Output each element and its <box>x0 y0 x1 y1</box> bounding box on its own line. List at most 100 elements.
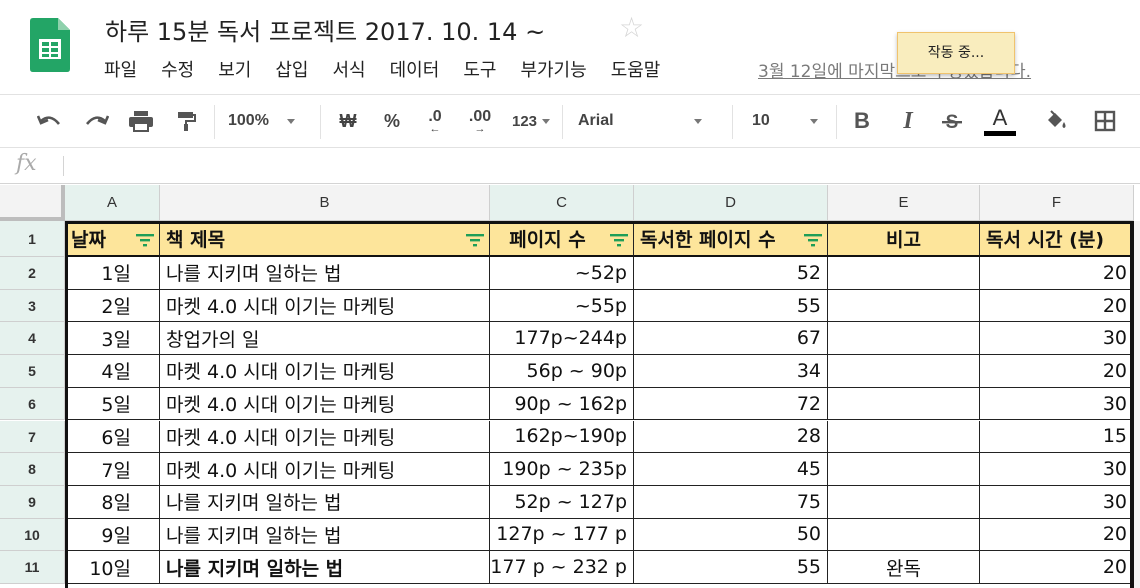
document-title[interactable]: 하루 15분 독서 프로젝트 2017. 10. 14 ~ <box>105 12 545 47</box>
bold-button[interactable]: B <box>848 104 876 138</box>
cell-pages-read[interactable]: 55 <box>634 289 828 323</box>
italic-button[interactable]: I <box>894 104 922 138</box>
cell-date[interactable]: 10일 <box>65 551 160 584</box>
cell-date[interactable]: 2일 <box>65 289 160 323</box>
cell-pages-read[interactable]: 34 <box>634 355 828 388</box>
cell-pages[interactable]: 56p ~ 90p <box>490 355 634 388</box>
cell-date[interactable]: 6일 <box>65 420 160 454</box>
more-formats-button[interactable]: 123 <box>506 104 556 138</box>
row-header-6[interactable]: 6 <box>0 387 65 421</box>
row-header-11[interactable]: 11 <box>0 551 65 584</box>
paint-format-button[interactable] <box>170 104 202 138</box>
print-button[interactable] <box>124 104 158 138</box>
cell-book-title[interactable]: 마켓 4.0 시대 이기는 마케팅 <box>160 387 490 421</box>
cell-pages-read[interactable]: 55 <box>634 551 828 584</box>
undo-button[interactable] <box>34 104 66 138</box>
cell-date[interactable]: 3일 <box>65 322 160 356</box>
cell-reading-time[interactable]: 30 <box>980 453 1134 486</box>
cell-note[interactable] <box>828 257 980 290</box>
cell-note[interactable] <box>828 485 980 519</box>
cell-note[interactable] <box>828 322 980 356</box>
cell-date[interactable]: 8일 <box>65 485 160 519</box>
cell-book-title[interactable]: 나를 지키며 일하는 법 <box>160 485 490 519</box>
sheets-logo-icon[interactable] <box>30 18 70 72</box>
row-header-3[interactable]: 3 <box>0 289 65 323</box>
decrease-decimal-button[interactable]: .0 ← <box>420 104 450 138</box>
cell-reading-time[interactable]: 20 <box>980 518 1134 552</box>
cell-note[interactable] <box>828 518 980 552</box>
cell-pages-read[interactable]: 67 <box>634 322 828 356</box>
filter-icon[interactable] <box>466 232 484 247</box>
row-header-8[interactable]: 8 <box>0 453 65 486</box>
menu-help[interactable]: 도움말 <box>611 56 661 82</box>
row-header-1[interactable]: 1 <box>0 221 65 257</box>
redo-button[interactable] <box>80 104 112 138</box>
column-header-b[interactable]: B <box>160 185 490 221</box>
cell-book-title[interactable]: 창업가의 일 <box>160 322 490 356</box>
cell-reading-time[interactable]: 30 <box>980 485 1134 519</box>
text-color-button[interactable]: A <box>982 104 1018 138</box>
column-header-a[interactable]: A <box>65 185 160 221</box>
cell-pages[interactable]: 52p ~ 127p <box>490 485 634 519</box>
cell-book-title[interactable]: 마켓 4.0 시대 이기는 마케팅 <box>160 289 490 323</box>
menu-addons[interactable]: 부가기능 <box>520 56 586 82</box>
cell-pages-read[interactable]: 50 <box>634 518 828 552</box>
row-header-4[interactable]: 4 <box>0 322 65 356</box>
increase-decimal-button[interactable]: .00 → <box>462 104 498 138</box>
select-all-corner[interactable] <box>0 185 65 221</box>
column-header-d[interactable]: D <box>634 185 828 221</box>
row-header-9[interactable]: 9 <box>0 485 65 519</box>
cell-pages-read[interactable]: 28 <box>634 420 828 454</box>
cell-pages[interactable]: 90p ~ 162p <box>490 387 634 421</box>
cell-pages-read[interactable]: 75 <box>634 485 828 519</box>
cell-note[interactable] <box>828 420 980 454</box>
menu-tools[interactable]: 도구 <box>463 56 496 82</box>
menu-insert[interactable]: 삽입 <box>275 56 308 82</box>
cell-note[interactable] <box>828 453 980 486</box>
scrollbar-track[interactable] <box>1134 221 1140 588</box>
cell-date[interactable]: 5일 <box>65 387 160 421</box>
menu-data[interactable]: 데이터 <box>390 56 440 82</box>
fill-color-button[interactable] <box>1040 104 1072 138</box>
header-cell-pages-read[interactable]: 독서한 페이지 수 <box>634 221 828 257</box>
cell-note[interactable] <box>828 289 980 323</box>
cell-book-title[interactable]: 마켓 4.0 시대 이기는 마케팅 <box>160 420 490 454</box>
filter-icon[interactable] <box>610 232 628 247</box>
menu-file[interactable]: 파일 <box>104 56 137 82</box>
cell-reading-time[interactable]: 20 <box>980 355 1134 388</box>
column-header-c[interactable]: C <box>490 185 634 221</box>
filter-icon[interactable] <box>804 232 822 247</box>
zoom-select[interactable]: 100% <box>228 104 312 138</box>
cell-pages[interactable]: 190p ~ 235p <box>490 453 634 486</box>
cell-reading-time[interactable]: 30 <box>980 387 1134 421</box>
cell-book-title[interactable]: 나를 지키며 일하는 법 <box>160 518 490 552</box>
cell-pages[interactable]: ~55p <box>490 289 634 323</box>
menu-format[interactable]: 서식 <box>333 56 366 82</box>
row-header-10[interactable]: 10 <box>0 518 65 552</box>
cell-pages-read[interactable]: 52 <box>634 257 828 290</box>
row-header-5[interactable]: 5 <box>0 355 65 388</box>
borders-button[interactable] <box>1090 104 1120 138</box>
font-size-select[interactable]: 10 <box>744 104 824 138</box>
column-header-f[interactable]: F <box>980 185 1134 221</box>
percent-format-button[interactable]: % <box>378 104 406 138</box>
cell-pages[interactable]: 177p~244p <box>490 322 634 356</box>
cell-reading-time[interactable]: 15 <box>980 420 1134 454</box>
filter-icon[interactable] <box>136 232 154 247</box>
cell-note[interactable] <box>828 387 980 421</box>
cell-reading-time[interactable]: 20 <box>980 257 1134 290</box>
cell-reading-time[interactable]: 20 <box>980 289 1134 323</box>
cell-book-title[interactable]: 나를 지키며 일하는 법 <box>160 551 490 584</box>
star-icon[interactable]: ☆ <box>619 12 644 44</box>
cell-book-title[interactable]: 나를 지키며 일하는 법 <box>160 257 490 290</box>
font-select[interactable]: Arial <box>578 104 718 138</box>
cell-date[interactable]: 4일 <box>65 355 160 388</box>
cell-date[interactable]: 1일 <box>65 257 160 290</box>
cell-pages[interactable]: 127p ~ 177 p <box>490 518 634 552</box>
cell-pages[interactable]: 177 p ~ 232 p <box>490 551 634 584</box>
cell-pages[interactable]: 162p~190p <box>490 420 634 454</box>
cell-pages-read[interactable]: 72 <box>634 387 828 421</box>
cell-book-title[interactable]: 마켓 4.0 시대 이기는 마케팅 <box>160 453 490 486</box>
row-header-2[interactable]: 2 <box>0 257 65 290</box>
cell-pages-read[interactable]: 45 <box>634 453 828 486</box>
